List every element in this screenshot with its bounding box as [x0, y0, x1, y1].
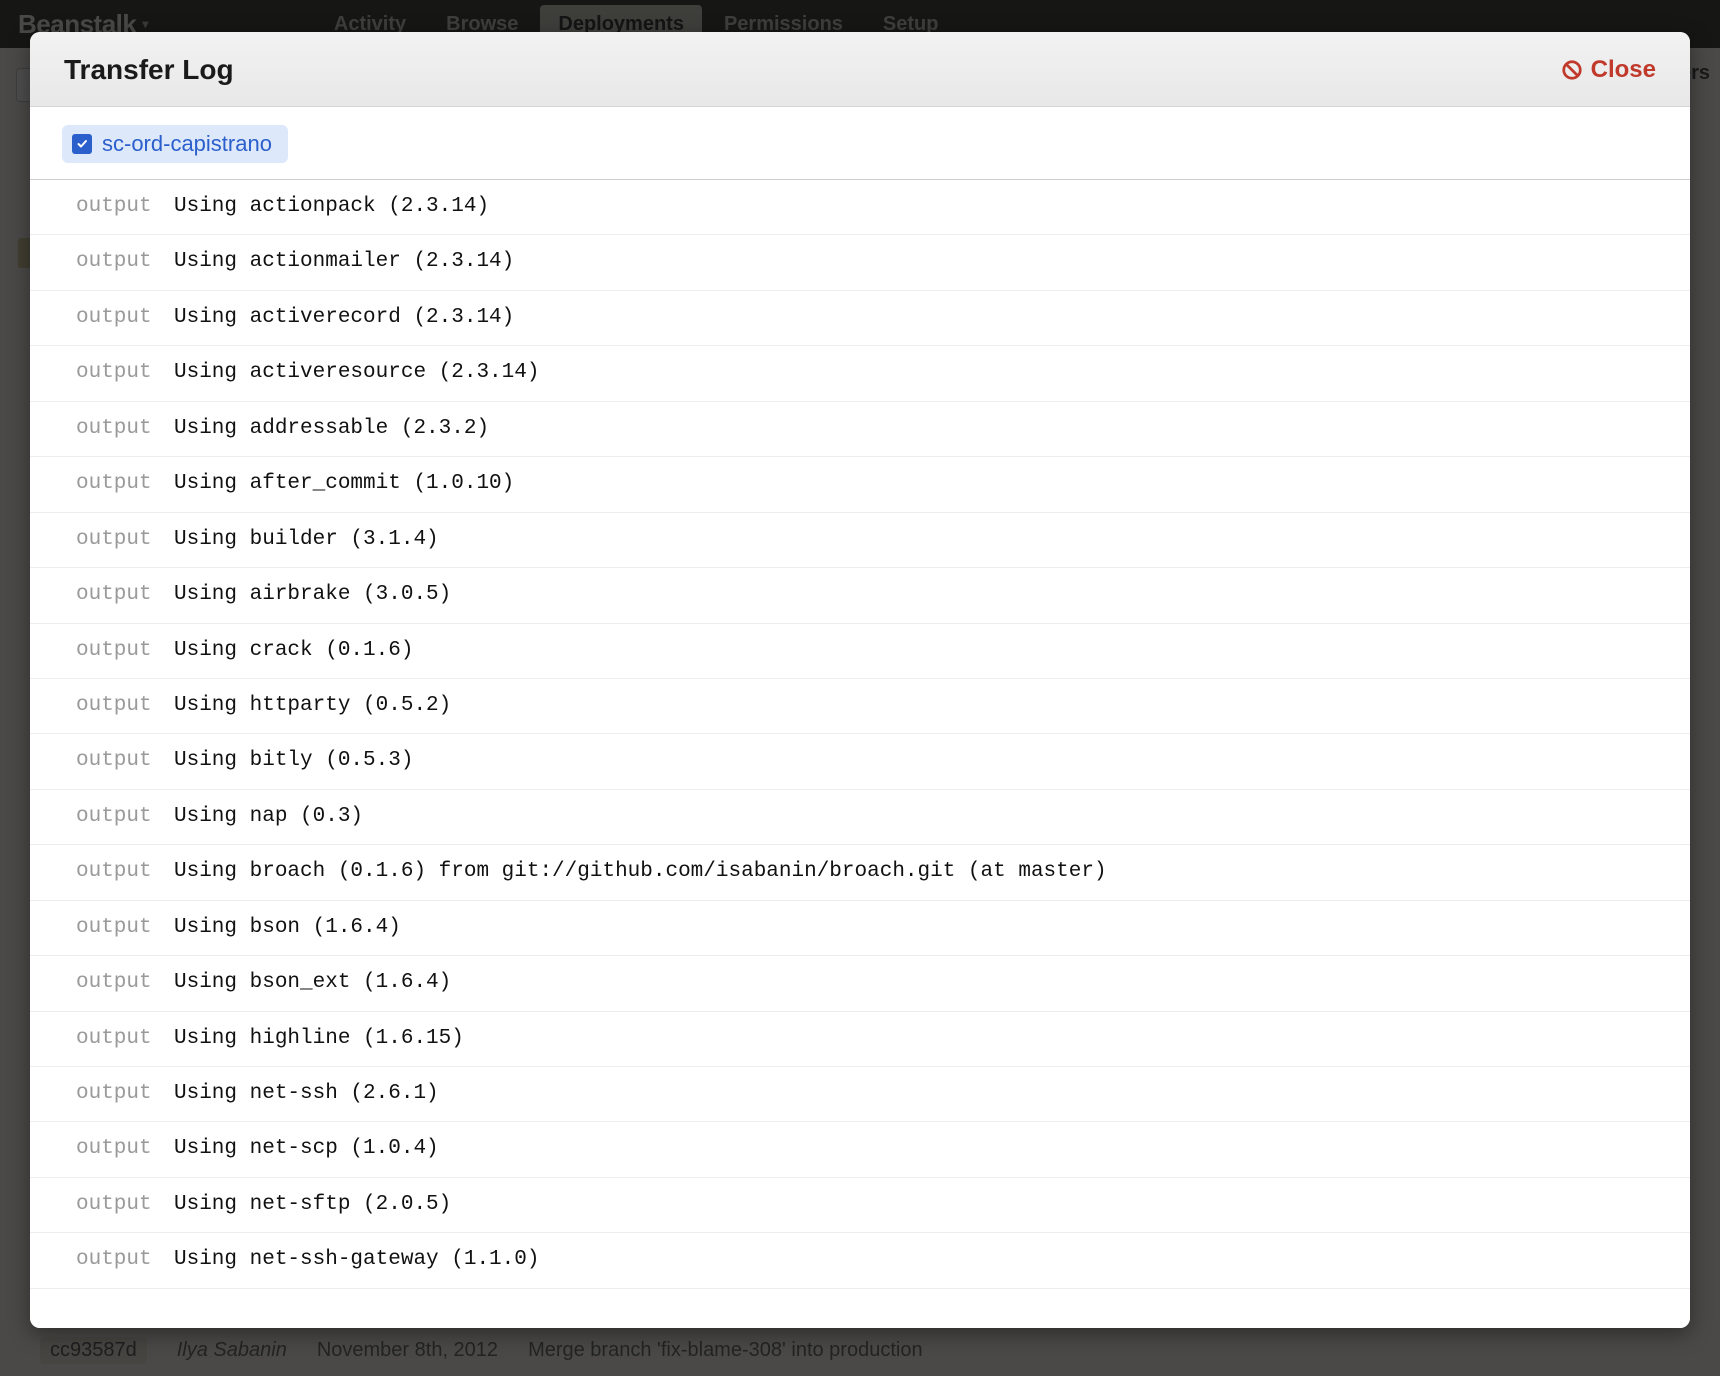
log-row: output Using net-scp (1.0.4)	[30, 1122, 1690, 1177]
log-message: Using crack (0.1.6)	[174, 636, 1654, 666]
modal-subbar: sc-ord-capistrano	[30, 107, 1690, 180]
log-type: output	[66, 913, 152, 943]
log-row: output Using airbrake (3.0.5)	[30, 568, 1690, 623]
log-type: output	[66, 525, 152, 555]
log-message: Using net-sftp (2.0.5)	[174, 1190, 1654, 1220]
log-message: Using broach (0.1.6) from git://github.c…	[174, 857, 1654, 887]
log-row: output Using net-ssh (2.6.1)	[30, 1067, 1690, 1122]
close-button[interactable]: Close	[1561, 56, 1656, 84]
log-row: output Using actionpack (2.3.14)	[30, 180, 1690, 235]
log-type: output	[66, 1024, 152, 1054]
log-type: output	[66, 303, 152, 333]
log-row: output Using net-ssh-gateway (1.1.0)	[30, 1233, 1690, 1288]
log-type: output	[66, 247, 152, 277]
log-message: Using net-ssh (2.6.1)	[174, 1079, 1654, 1109]
close-label: Close	[1591, 56, 1656, 84]
log-type: output	[66, 968, 152, 998]
log-row: output Using activeresource (2.3.14)	[30, 346, 1690, 401]
server-tag[interactable]: sc-ord-capistrano	[62, 125, 288, 163]
log-type: output	[66, 469, 152, 499]
transfer-log-modal: Transfer Log Close sc-ord-capistr	[30, 32, 1690, 1328]
log-message: Using addressable (2.3.2)	[174, 414, 1654, 444]
log-message: Using net-ssh-gateway (1.1.0)	[174, 1245, 1654, 1275]
modal-header: Transfer Log Close	[30, 32, 1690, 107]
log-body[interactable]: output Using actionpack (2.3.14) output Usi…	[30, 180, 1690, 1328]
log-message: Using net-scp (1.0.4)	[174, 1134, 1654, 1164]
log-message: Using bitly (0.5.3)	[174, 746, 1654, 776]
log-message: Using airbrake (3.0.5)	[174, 580, 1654, 610]
log-type: output	[66, 1079, 152, 1109]
log-type: output	[66, 1134, 152, 1164]
log-type: output	[66, 580, 152, 610]
log-message: Using actionpack (2.3.14)	[174, 192, 1654, 222]
log-row: output Using broach (0.1.6) from git://gi…	[30, 845, 1690, 900]
log-type: output	[66, 857, 152, 887]
log-type: output	[66, 1190, 152, 1220]
check-icon	[72, 134, 92, 154]
log-row: output Using actionmailer (2.3.14)	[30, 235, 1690, 290]
log-type: output	[66, 746, 152, 776]
log-message: Using httparty (0.5.2)	[174, 691, 1654, 721]
log-row: output Using crack (0.1.6)	[30, 624, 1690, 679]
log-row: output Using addressable (2.3.2)	[30, 402, 1690, 457]
log-row: output Using net-sftp (2.0.5)	[30, 1178, 1690, 1233]
log-type: output	[66, 192, 152, 222]
prohibit-icon	[1561, 59, 1583, 81]
log-type: output	[66, 414, 152, 444]
log-row: output Using bitly (0.5.3)	[30, 734, 1690, 789]
log-row: output Using bson_ext (1.6.4)	[30, 956, 1690, 1011]
log-row: output Using httparty (0.5.2)	[30, 679, 1690, 734]
log-type: output	[66, 1245, 152, 1275]
log-row: output Using after_commit (1.0.10)	[30, 457, 1690, 512]
log-type: output	[66, 358, 152, 388]
log-message: Using highline (1.6.15)	[174, 1024, 1654, 1054]
modal-overlay: Transfer Log Close sc-ord-capistr	[0, 0, 1720, 1376]
log-message: Using activerecord (2.3.14)	[174, 303, 1654, 333]
log-message: Using builder (3.1.4)	[174, 525, 1654, 555]
log-row: output Using nap (0.3)	[30, 790, 1690, 845]
log-message: Using actionmailer (2.3.14)	[174, 247, 1654, 277]
log-type: output	[66, 636, 152, 666]
log-row: output Using activerecord (2.3.14)	[30, 291, 1690, 346]
log-message: Using bson (1.6.4)	[174, 913, 1654, 943]
log-row: output Using builder (3.1.4)	[30, 513, 1690, 568]
log-type: output	[66, 691, 152, 721]
modal-title: Transfer Log	[64, 54, 234, 86]
log-message: Using after_commit (1.0.10)	[174, 469, 1654, 499]
log-row: output Using bson (1.6.4)	[30, 901, 1690, 956]
server-tag-label: sc-ord-capistrano	[102, 131, 272, 157]
log-message: Using bson_ext (1.6.4)	[174, 968, 1654, 998]
log-message: Using nap (0.3)	[174, 802, 1654, 832]
log-type: output	[66, 802, 152, 832]
log-row: output Using highline (1.6.15)	[30, 1012, 1690, 1067]
log-message: Using activeresource (2.3.14)	[174, 358, 1654, 388]
